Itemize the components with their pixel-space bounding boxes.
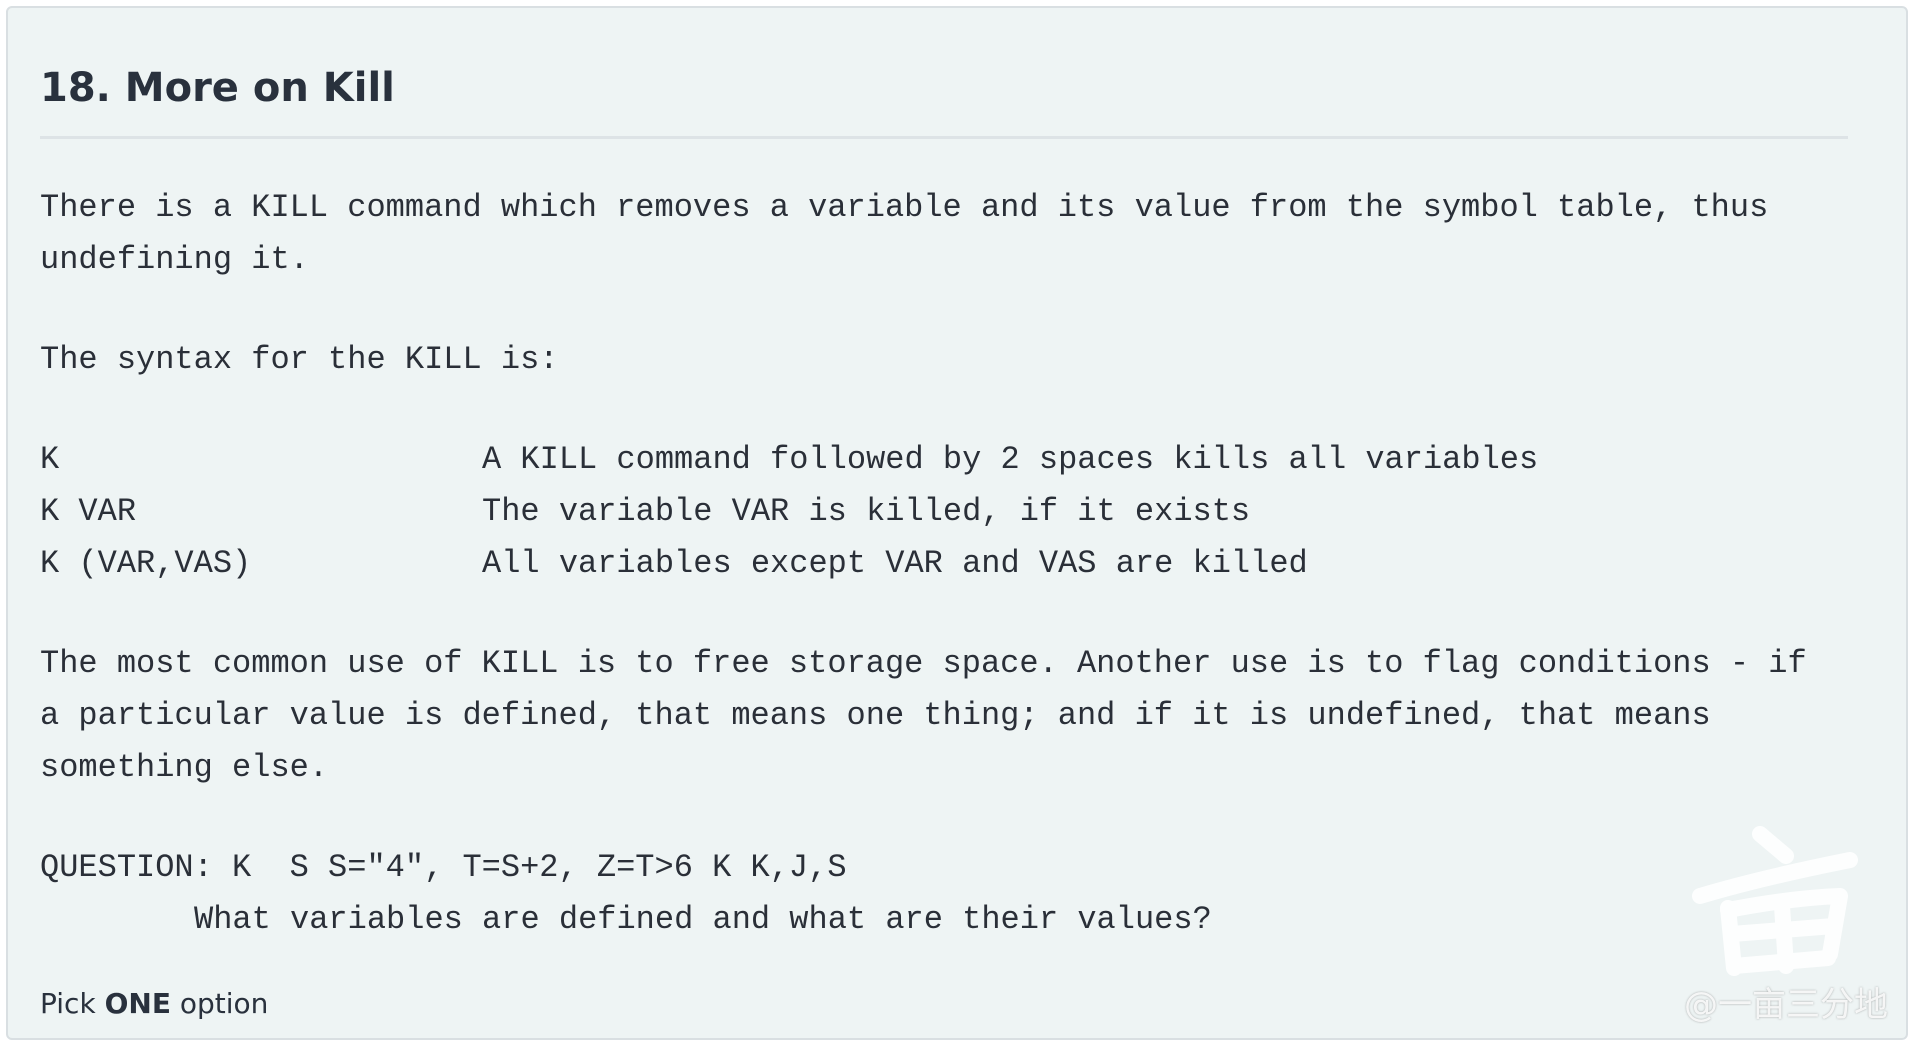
usage-line: The most common use of KILL is to free s… [40, 645, 1807, 682]
intro-line: There is a KILL command which removes a … [40, 189, 1769, 226]
pick-instruction: Pick ONE option [40, 984, 268, 1024]
syntax-row: K VAR The variable VAR is killed, if it … [40, 486, 1860, 538]
question-text: What variables are defined and what are … [194, 901, 1212, 938]
syntax-row: K (VAR,VAS) All variables except VAR and… [40, 538, 1860, 590]
syntax-command: K [40, 441, 60, 478]
intro-paragraph: There is a KILL command which removes a … [40, 182, 1860, 286]
syntax-description: All variables except VAR and VAS are kil… [482, 545, 1308, 582]
question-body: There is a KILL command which removes a … [40, 182, 1860, 946]
pick-suffix: option [179, 987, 269, 1020]
section-title: 18. More on Kill [40, 65, 395, 111]
syntax-heading: The syntax for the KILL is: [40, 341, 559, 378]
pick-emphasis: ONE [104, 987, 171, 1020]
syntax-command: K VAR [40, 493, 137, 530]
syntax-description: A KILL command followed by 2 spaces kill… [482, 441, 1539, 478]
question-block: QUESTION: K S S="4", T=S+2, Z=T>6 K K,J,… [40, 842, 1860, 946]
intro-line: undefining it. [40, 241, 309, 278]
syntax-description: The variable VAR is killed, if it exists [482, 493, 1251, 530]
title-divider [40, 136, 1848, 139]
syntax-table: K A KILL command followed by 2 spaces ki… [40, 434, 1860, 590]
watermark-text: @一亩三分地 [1684, 985, 1888, 1025]
pick-prefix: Pick [40, 987, 96, 1020]
syntax-command: K (VAR,VAS) [40, 545, 252, 582]
usage-paragraph: The most common use of KILL is to free s… [40, 638, 1860, 794]
syntax-row: K A KILL command followed by 2 spaces ki… [40, 434, 1860, 486]
usage-line: a particular value is defined, that mean… [40, 697, 1711, 734]
question-code: QUESTION: K S S="4", T=S+2, Z=T>6 K K,J,… [40, 849, 847, 886]
usage-line: something else. [40, 749, 329, 786]
question-card: 18. More on Kill There is a KILL command… [6, 6, 1908, 1040]
